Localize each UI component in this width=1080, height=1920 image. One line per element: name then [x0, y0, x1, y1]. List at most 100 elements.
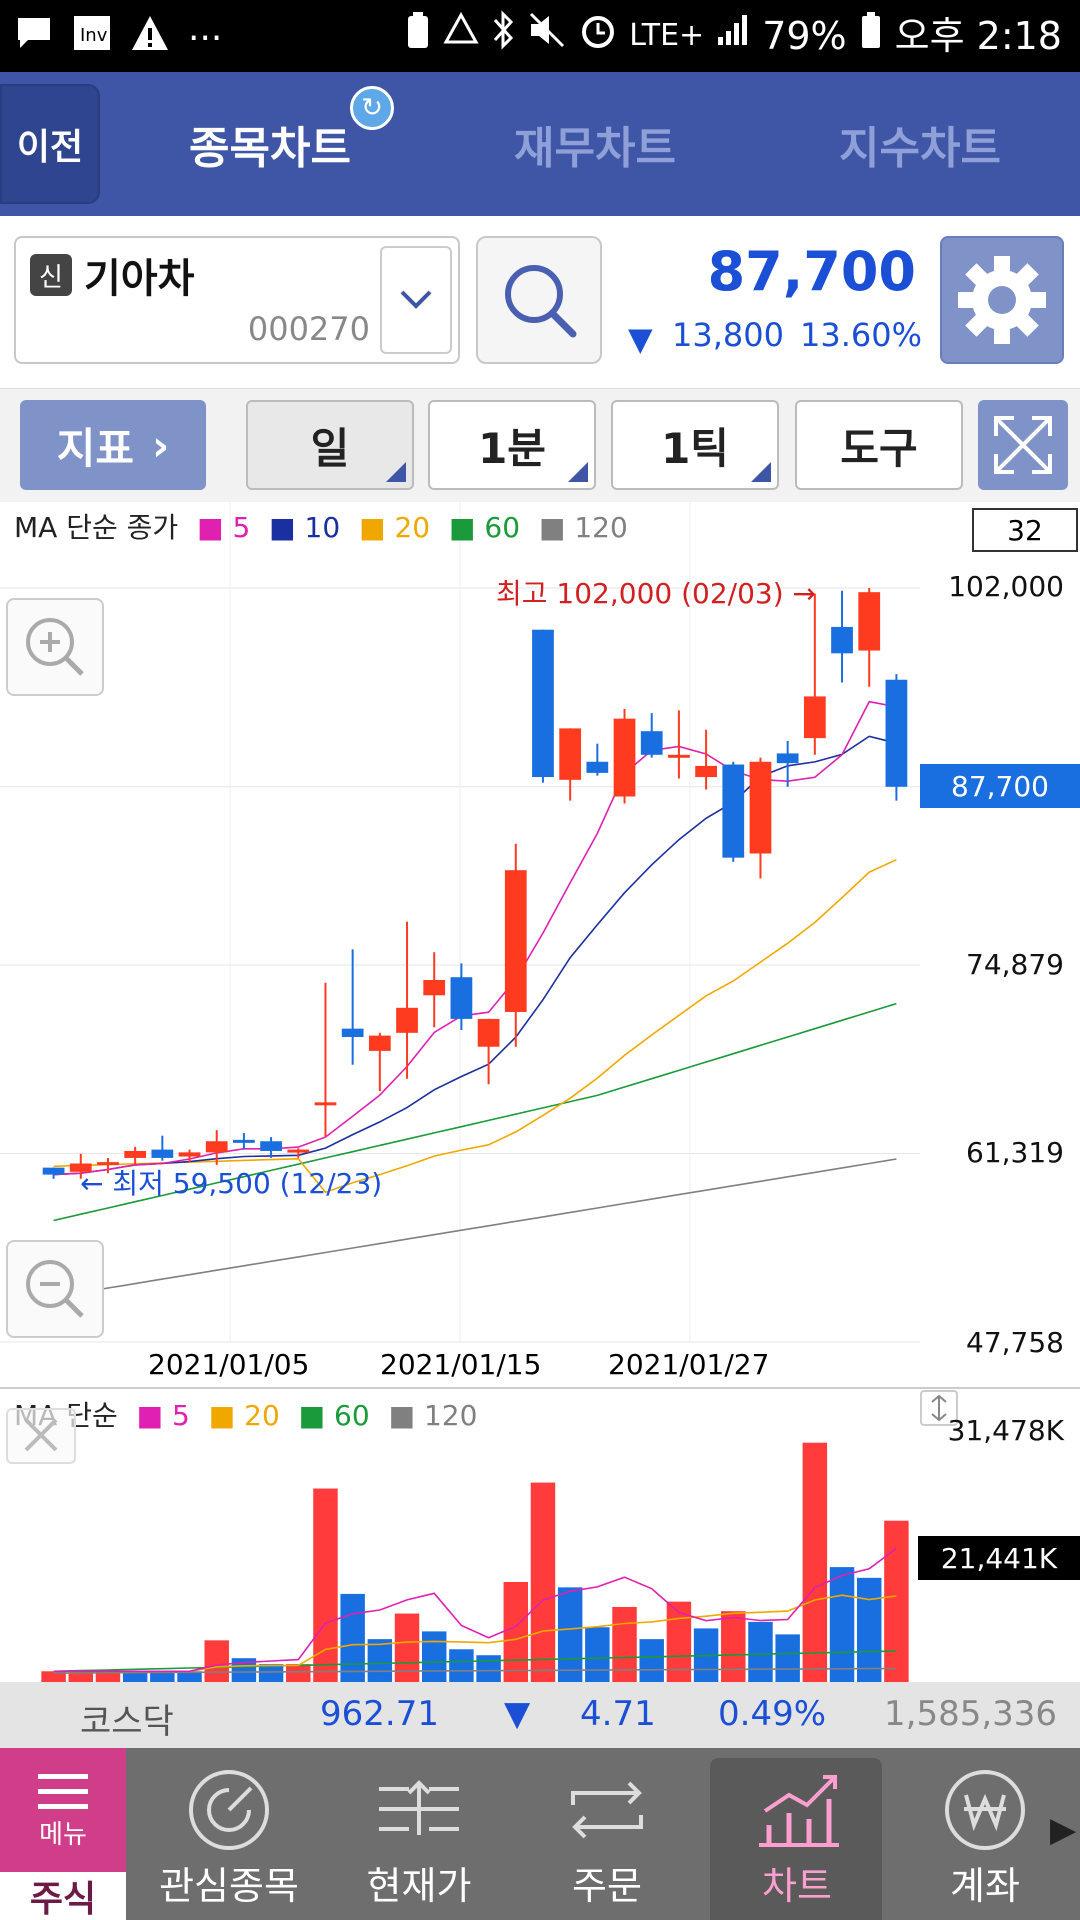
- volume-bar: [503, 1582, 529, 1682]
- volume-bar: [449, 1649, 474, 1682]
- kosdaq-label: 코스닥: [80, 1702, 174, 1742]
- volume-bar: [748, 1621, 773, 1682]
- candle-count-field[interactable]: 32: [972, 508, 1078, 552]
- indicator-label: 지표: [56, 423, 134, 473]
- volume-bar: [884, 1520, 909, 1682]
- current-volume-tag: 21,441K: [918, 1536, 1080, 1580]
- price-ma-legend: MA 단순 종가 ■ 5 ■ 10 ■ 20 ■ 60 ■ 120: [14, 506, 628, 546]
- kosdaq-ticker[interactable]: 코스닥 962.71 ▼ 4.71 0.49% 1,585,336: [0, 1682, 1080, 1748]
- nav-current-price[interactable]: 현재가: [344, 1748, 494, 1920]
- legend-ma120: ■ 120: [538, 511, 628, 544]
- more-icon: ···: [188, 17, 223, 59]
- battery-percent: 79%: [762, 13, 847, 58]
- stock-chart[interactable]: [0, 502, 1080, 1682]
- gear-icon: [958, 256, 1046, 344]
- legend-ma5: ■ 5: [197, 511, 251, 544]
- chevron-down-icon: [400, 290, 432, 309]
- order-icon: [571, 1781, 643, 1839]
- tick-label: 1틱: [661, 423, 729, 473]
- current-price-tag: 87,700: [920, 764, 1080, 808]
- candle-body: [423, 979, 446, 996]
- indicator-button[interactable]: 지표 ›: [20, 400, 206, 490]
- candle-body: [504, 870, 527, 1012]
- candle-body: [314, 1102, 337, 1106]
- menu-label: 메뉴: [39, 1819, 87, 1850]
- volume-bar: [530, 1482, 556, 1682]
- sync-icon[interactable]: ↻: [350, 86, 394, 130]
- candle-body: [613, 718, 636, 797]
- volume-bar: [204, 1640, 229, 1682]
- tick-button[interactable]: 1틱: [611, 400, 779, 490]
- current-price-icon: [379, 1780, 459, 1835]
- tab-index-chart[interactable]: 지수차트: [800, 72, 1040, 216]
- minute-label: 1분: [478, 423, 546, 473]
- inv-icon: Inv: [72, 14, 112, 63]
- account-won-icon: [945, 1770, 1025, 1850]
- legend-ma20: ■ 20: [208, 1399, 280, 1432]
- alarm-icon: [579, 11, 617, 60]
- new-badge: 신: [30, 254, 72, 296]
- candle-body: [341, 1028, 364, 1037]
- down-arrow-icon: ▼: [628, 320, 653, 358]
- nav-label: 차트: [762, 1864, 832, 1908]
- stock-tab[interactable]: 주식: [0, 1872, 126, 1920]
- volume-bar: [856, 1577, 882, 1682]
- tools-button[interactable]: 도구: [795, 400, 963, 490]
- tab-financial-chart[interactable]: 재무차트: [480, 72, 710, 216]
- legend-ma10: ■ 10: [269, 511, 341, 544]
- candle-body: [368, 1035, 391, 1051]
- close-volume-panel-button[interactable]: [6, 1408, 76, 1464]
- candle-body: [749, 761, 772, 854]
- nav-watchlist[interactable]: 관심종목: [154, 1748, 304, 1920]
- period-day-button[interactable]: 일: [246, 400, 414, 490]
- minute-button[interactable]: 1분: [428, 400, 596, 490]
- candle-body: [722, 764, 745, 858]
- tools-label: 도구: [840, 423, 918, 473]
- price-change-percent: 13.60%: [800, 316, 923, 354]
- price-axis-label: 47,758: [966, 1326, 1064, 1359]
- candle-body: [640, 731, 663, 755]
- nav-account[interactable]: 계좌: [910, 1748, 1060, 1920]
- price-change: 13,800: [672, 316, 784, 354]
- volume-bar: [367, 1639, 393, 1682]
- volume-bar: [557, 1587, 583, 1682]
- current-price: 87,700: [707, 240, 916, 303]
- zoom-in-button[interactable]: [6, 598, 104, 696]
- back-button[interactable]: 이전: [0, 84, 100, 204]
- nav-chart[interactable]: 차트: [722, 1748, 872, 1920]
- zoom-in-icon: [26, 618, 84, 676]
- nav-label: 현재가: [366, 1864, 472, 1908]
- candle-body: [586, 761, 609, 773]
- date-label: 2021/01/27: [608, 1348, 770, 1381]
- volume-bar: [340, 1593, 365, 1682]
- search-button[interactable]: [476, 236, 602, 364]
- status-bar: Inv ··· LTE+ 79% 오후 2:18: [0, 0, 1080, 72]
- zoom-out-icon: [26, 1260, 84, 1318]
- stock-dropdown-button[interactable]: [380, 246, 452, 354]
- candle-body: [124, 1150, 147, 1158]
- volume-bar: [802, 1442, 828, 1682]
- date-label: 2021/01/05: [148, 1348, 310, 1381]
- scroll-right-icon[interactable]: ▶: [1050, 1810, 1076, 1850]
- zoom-out-button[interactable]: [6, 1240, 104, 1338]
- candle-body: [396, 1007, 418, 1033]
- candle-body: [450, 977, 473, 1019]
- settings-button[interactable]: [940, 236, 1064, 364]
- volume-bar: [585, 1627, 610, 1682]
- ma20-line: [53, 858, 897, 1194]
- candle-body: [885, 679, 908, 787]
- network-type: LTE+: [629, 17, 705, 53]
- nav-order[interactable]: 주문: [532, 1748, 682, 1920]
- chevron-right-icon: ›: [151, 420, 170, 470]
- candle-body: [532, 629, 554, 778]
- battery-saver-icon: [405, 10, 431, 61]
- hamburger-icon: [38, 1773, 88, 1809]
- candle-body: [559, 728, 582, 780]
- kosdaq-change-pct: 0.49%: [718, 1694, 827, 1734]
- legend-ma120: ■ 120: [388, 1399, 478, 1432]
- candle-body: [260, 1141, 282, 1151]
- chart-icon: [759, 1775, 839, 1847]
- menu-button[interactable]: 메뉴: [0, 1748, 126, 1872]
- fullscreen-button[interactable]: [978, 400, 1068, 490]
- candle-body: [151, 1149, 174, 1158]
